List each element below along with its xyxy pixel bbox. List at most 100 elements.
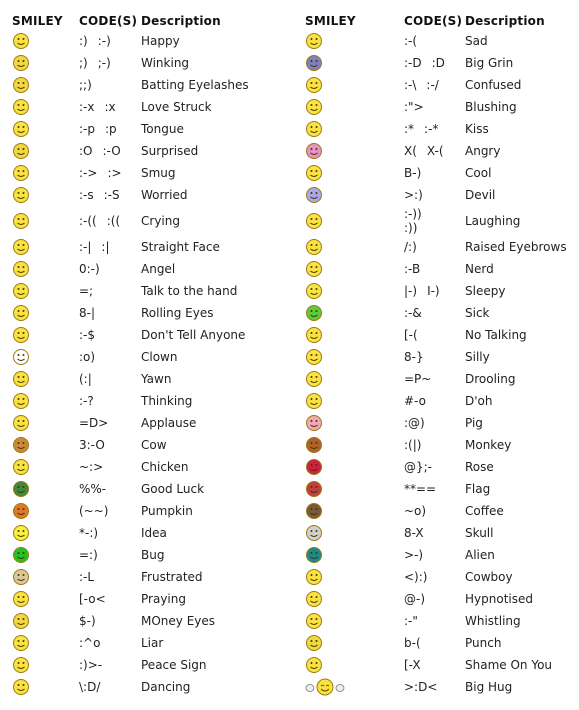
codes-cell: ~o) [404, 500, 465, 522]
pumpkin-icon [12, 502, 30, 520]
description: Punch [465, 636, 502, 650]
smiley-cell [305, 258, 404, 280]
smiley-row: :-)):)) Laughing [305, 206, 579, 236]
smiley-cell [12, 162, 79, 184]
code: :-(( [79, 214, 97, 228]
smiley-row: :-" Whistling [305, 610, 579, 632]
smiley-cell [305, 236, 404, 258]
code: :o) [79, 350, 96, 364]
codes-cell: #-o [404, 390, 465, 412]
good-luck-icon [12, 480, 30, 498]
whistling-icon [305, 612, 323, 630]
description: Bug [141, 548, 165, 562]
punch-icon [305, 634, 323, 652]
code: ;-) [97, 56, 111, 70]
smiley-cell [305, 632, 404, 654]
codes-cell: 8-| [79, 302, 141, 324]
description: Raised Eyebrows [465, 240, 567, 254]
smiley-cell [305, 184, 404, 206]
code: :-& [404, 306, 422, 320]
smiley-row: :-L Frustrated [12, 566, 281, 588]
smiley-cell [305, 610, 404, 632]
smiley-cell [12, 500, 79, 522]
devil-icon [305, 186, 323, 204]
code: :(( [106, 214, 121, 228]
smiley-cell [305, 588, 404, 610]
smiley-table-right: SMILEY CODE(S) Description :-(Sad:-D:D Bi… [305, 11, 579, 698]
code: :-p [79, 122, 95, 136]
smiley-row: [-X Shame On You [305, 654, 579, 676]
smiley-cell [12, 676, 79, 698]
smiley-row: X(X-(Angry [305, 140, 579, 162]
smiley-row: [-o< Praying [12, 588, 281, 610]
smiley-row: :-x:x Love Struck [12, 96, 281, 118]
smiley-row: :-(Sad [305, 30, 579, 52]
description: Confused [465, 78, 522, 92]
smiley-cell [305, 654, 404, 676]
codes-cell: :-D:D [404, 52, 465, 74]
cowboy-icon [305, 568, 323, 586]
codes-cell: :-| :| [79, 236, 141, 258]
codes-cell: :):-) [79, 30, 141, 52]
sad-icon [305, 32, 323, 50]
description: Winking [141, 56, 190, 70]
smiley-cell [305, 346, 404, 368]
codes-cell: ;) ;-) [79, 52, 141, 74]
code: =:) [79, 548, 98, 562]
codes-cell: :-\:-/ [404, 74, 465, 96]
smiley-row: B-) Cool [305, 162, 579, 184]
codes-cell: b-( [404, 632, 465, 654]
codes-cell: |-) I-) [404, 280, 465, 302]
codes-cell: [-X [404, 654, 465, 676]
smiley-cell [12, 478, 79, 500]
code: :-| [79, 240, 92, 254]
smiley-row: \:D/Dancing [12, 676, 281, 698]
code: :^o [79, 636, 101, 650]
description: Happy [141, 34, 180, 48]
smiley-row: :^o Liar [12, 632, 281, 654]
smiley-cell [305, 52, 404, 74]
smiley-row: :-p:p Tongue [12, 118, 281, 140]
description: Blushing [465, 100, 517, 114]
description: Sleepy [465, 284, 506, 298]
description: Idea [141, 526, 167, 540]
codes-cell: @};- [404, 456, 465, 478]
description: Sad [465, 34, 488, 48]
smiley-cell [12, 368, 79, 390]
crying-icon [12, 212, 30, 230]
kiss-icon [305, 120, 323, 138]
angel-icon [12, 260, 30, 278]
money-eyes-icon [12, 612, 30, 630]
header-smiley: SMILEY [305, 13, 356, 28]
codes-cell: ~:> [79, 456, 141, 478]
smiley-row: 3:-O Cow [12, 434, 281, 456]
codes-cell: :-& [404, 302, 465, 324]
code: ~o) [404, 504, 427, 518]
description: Cow [141, 438, 167, 452]
drooling-icon [305, 370, 323, 388]
smiley-row: 8-} Silly [305, 346, 579, 368]
smiley-cell [305, 478, 404, 500]
code: :-? [79, 394, 94, 408]
clown-icon [12, 348, 30, 366]
description: Praying [141, 592, 186, 606]
smiley-row: :->:> Smug [12, 162, 281, 184]
code: $-) [79, 614, 96, 628]
smiley-cell [305, 390, 404, 412]
smiley-cell [305, 434, 404, 456]
codes-cell: ;;) [79, 74, 141, 96]
peace-sign-icon [12, 656, 30, 674]
codes-cell: :o) [79, 346, 141, 368]
code: :| [101, 240, 110, 254]
codes-cell: [-( [404, 324, 465, 346]
smiley-row: @};- Rose [305, 456, 579, 478]
smiley-row: <):) Cowboy [305, 566, 579, 588]
code: I-) [427, 284, 440, 298]
description: D'oh [465, 394, 493, 408]
code: :-s [79, 188, 94, 202]
description: Yawn [141, 372, 172, 386]
dancing-icon [12, 678, 30, 696]
smiley-row: :-\:-/ Confused [305, 74, 579, 96]
description: Angel [141, 262, 176, 276]
smiley-cell [305, 368, 404, 390]
